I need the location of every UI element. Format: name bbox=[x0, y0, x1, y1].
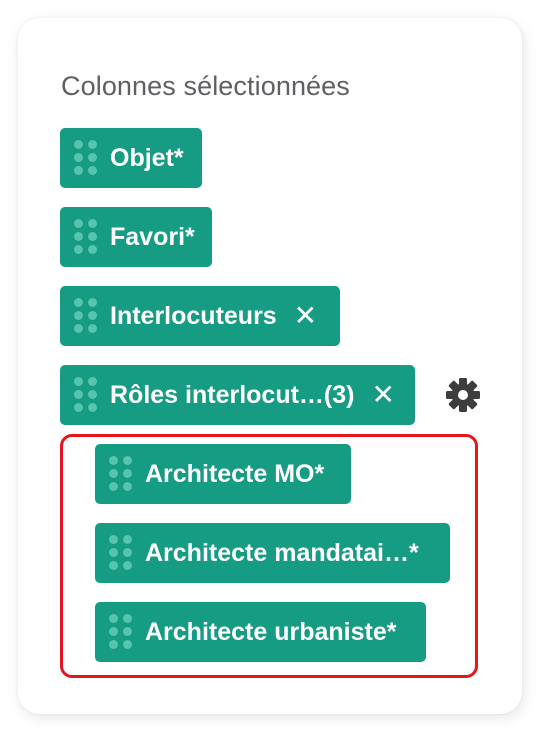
chip-label: Architecte mandatai…* bbox=[145, 539, 419, 567]
drag-handle-icon[interactable] bbox=[109, 614, 133, 650]
chip-label: Architecte MO* bbox=[145, 460, 325, 488]
chip-label: Rôles interlocut…(3) bbox=[110, 381, 355, 409]
drag-handle-icon[interactable] bbox=[74, 298, 98, 334]
selected-columns-panel: Colonnes sélectionnées Objet* Favori* In… bbox=[18, 18, 522, 714]
drag-handle-icon[interactable] bbox=[74, 377, 98, 413]
chip-label: Objet* bbox=[110, 144, 184, 172]
chip-architecte-urbaniste[interactable]: Architecte urbaniste* bbox=[95, 602, 426, 662]
drag-handle-icon[interactable] bbox=[74, 140, 98, 176]
close-icon[interactable]: ✕ bbox=[371, 365, 394, 425]
chip-roles-interlocuteurs[interactable]: Rôles interlocut…(3) ✕ bbox=[60, 365, 415, 425]
drag-handle-icon[interactable] bbox=[109, 535, 133, 571]
drag-handle-icon[interactable] bbox=[74, 219, 98, 255]
chip-label: Favori* bbox=[110, 223, 195, 251]
chip-favori[interactable]: Favori* bbox=[60, 207, 212, 267]
chip-architecte-mandataire[interactable]: Architecte mandatai…* bbox=[95, 523, 450, 583]
gear-icon[interactable] bbox=[443, 375, 483, 415]
chip-label: Architecte urbaniste* bbox=[145, 618, 397, 646]
drag-handle-icon[interactable] bbox=[109, 456, 133, 492]
panel-title: Colonnes sélectionnées bbox=[61, 71, 350, 101]
chip-objet[interactable]: Objet* bbox=[60, 128, 202, 188]
chip-label: Interlocuteurs bbox=[110, 302, 277, 330]
chip-architecte-mo[interactable]: Architecte MO* bbox=[95, 444, 351, 504]
close-icon[interactable]: ✕ bbox=[294, 286, 317, 346]
chip-interlocuteurs[interactable]: Interlocuteurs ✕ bbox=[60, 286, 340, 346]
